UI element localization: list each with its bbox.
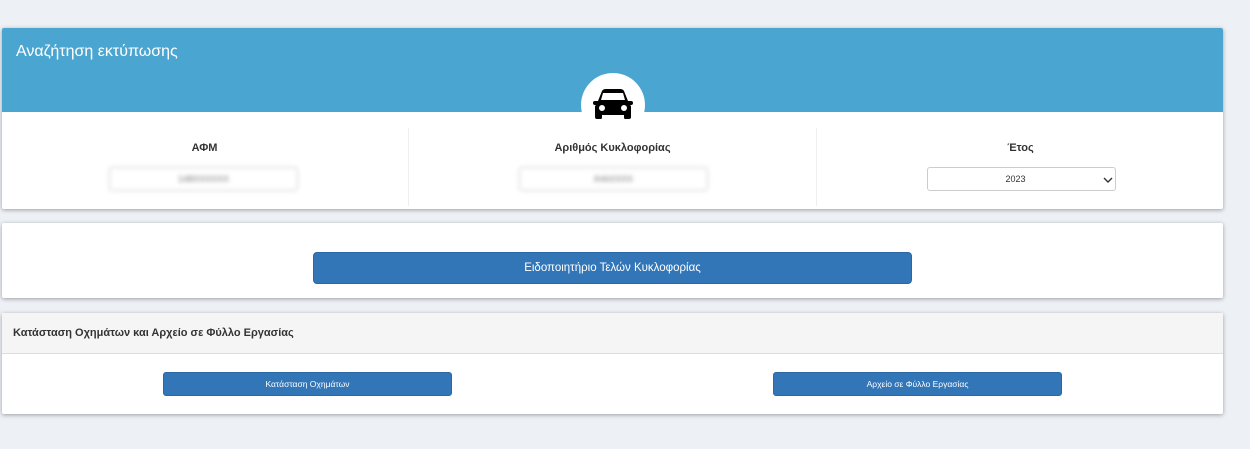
year-field-group: Έτος 2023 <box>818 128 1223 206</box>
year-label: Έτος <box>1007 142 1034 154</box>
car-icon <box>593 89 633 119</box>
year-select-value: 2023 <box>1005 174 1026 184</box>
chevron-down-icon[interactable] <box>1103 176 1113 184</box>
status-panel-header: Κατάσταση Οχημάτων και Αρχείο σε Φύλλο Ε… <box>2 313 1223 354</box>
search-panel: Αναζήτηση εκτύπωσης ΑΦΜ Αριθμός Κυκλοφορ… <box>2 28 1223 209</box>
plate-field-group: Αριθμός Κυκλοφορίας <box>408 128 817 206</box>
spreadsheet-file-button[interactable]: Αρχείο σε Φύλλο Εργασίας <box>773 372 1062 396</box>
traffic-fees-notice-button[interactable]: Ειδοποιητήριο Τελών Κυκλοφορίας <box>313 252 912 284</box>
afm-field-group: ΑΦΜ <box>2 128 407 206</box>
plate-label: Αριθμός Κυκλοφορίας <box>554 142 671 154</box>
year-select[interactable]: 2023 <box>927 167 1116 191</box>
status-panel: Κατάσταση Οχημάτων και Αρχείο σε Φύλλο Ε… <box>2 313 1223 414</box>
plate-input[interactable] <box>519 167 708 191</box>
search-panel-title: Αναζήτηση εκτύπωσης <box>16 43 178 60</box>
afm-input[interactable] <box>109 167 298 191</box>
notice-panel: Ειδοποιητήριο Τελών Κυκλοφορίας <box>2 223 1223 298</box>
vehicles-status-button[interactable]: Κατάσταση Οχημάτων <box>163 372 452 396</box>
afm-label: ΑΦΜ <box>191 142 218 154</box>
status-panel-title: Κατάσταση Οχημάτων και Αρχείο σε Φύλλο Ε… <box>13 327 294 339</box>
